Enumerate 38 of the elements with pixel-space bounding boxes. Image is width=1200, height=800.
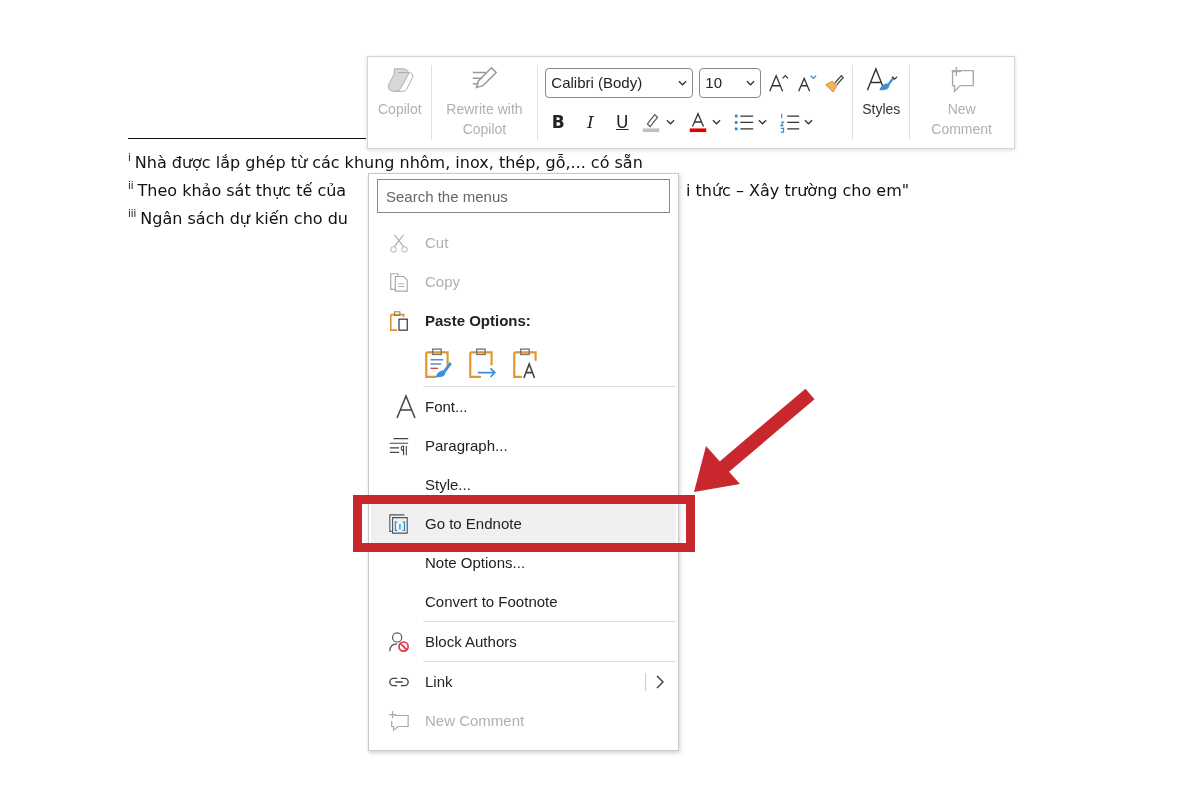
clipboard-arrow-icon[interactable]	[467, 347, 497, 379]
menu-item[interactable]: Note Options...	[371, 543, 676, 582]
chevron-right-icon	[656, 674, 664, 689]
menu-item[interactable]: Paragraph...	[371, 426, 676, 465]
comment-plus-icon	[388, 709, 410, 732]
format-button[interactable]: I	[577, 112, 604, 133]
copy-icon	[388, 270, 410, 293]
search-field[interactable]: Search the menus	[377, 179, 670, 213]
menu-item[interactable]: Convert to Footnote	[371, 582, 676, 621]
clipboard-brush-icon[interactable]	[423, 347, 453, 379]
menu-item[interactable]: Link	[371, 662, 676, 701]
caret-icon[interactable]	[712, 119, 722, 126]
caret-icon[interactable]	[666, 119, 676, 126]
format-button[interactable]: B	[545, 112, 572, 133]
menu-item[interactable]: Go to Endnote	[371, 504, 676, 543]
person-blocked-icon	[388, 630, 410, 653]
chevron-down-icon	[678, 79, 688, 86]
endnote-icon	[388, 512, 410, 535]
menu-item[interactable]: Block Authors	[371, 622, 676, 661]
font-size-dropdown[interactable]: 10	[699, 67, 762, 98]
toolbar-button[interactable]: Styles	[856, 61, 907, 144]
menu-item[interactable]: Style...	[371, 465, 676, 504]
endnote-text: Theo khảo sát thực tế của	[137, 181, 347, 200]
endnote-text: i thức – Xây trường cho em"	[686, 181, 910, 200]
caret-icon[interactable]	[758, 119, 768, 126]
menu-header: Paste Options:	[371, 301, 676, 340]
endnote-mark: iii	[128, 208, 137, 219]
endnote-text: Nhà được lắp ghép từ các khung nhôm, inox, thép, gỗ,... có sẵn	[134, 153, 643, 172]
font-name-dropdown[interactable]: Calibri (Body)	[545, 67, 694, 98]
numbered-list-icon[interactable]	[779, 111, 802, 134]
caret-icon[interactable]	[804, 119, 814, 126]
format-button[interactable]: U	[609, 112, 636, 133]
endnote-mark: i	[128, 152, 131, 163]
endnote-text: Ngân sách dự kiến cho du	[140, 209, 348, 228]
clipboard-icon	[388, 309, 410, 332]
menu-item[interactable]: Font...	[371, 387, 676, 426]
endnote-mark: ii	[128, 180, 134, 191]
chevron-down-icon	[746, 79, 756, 86]
